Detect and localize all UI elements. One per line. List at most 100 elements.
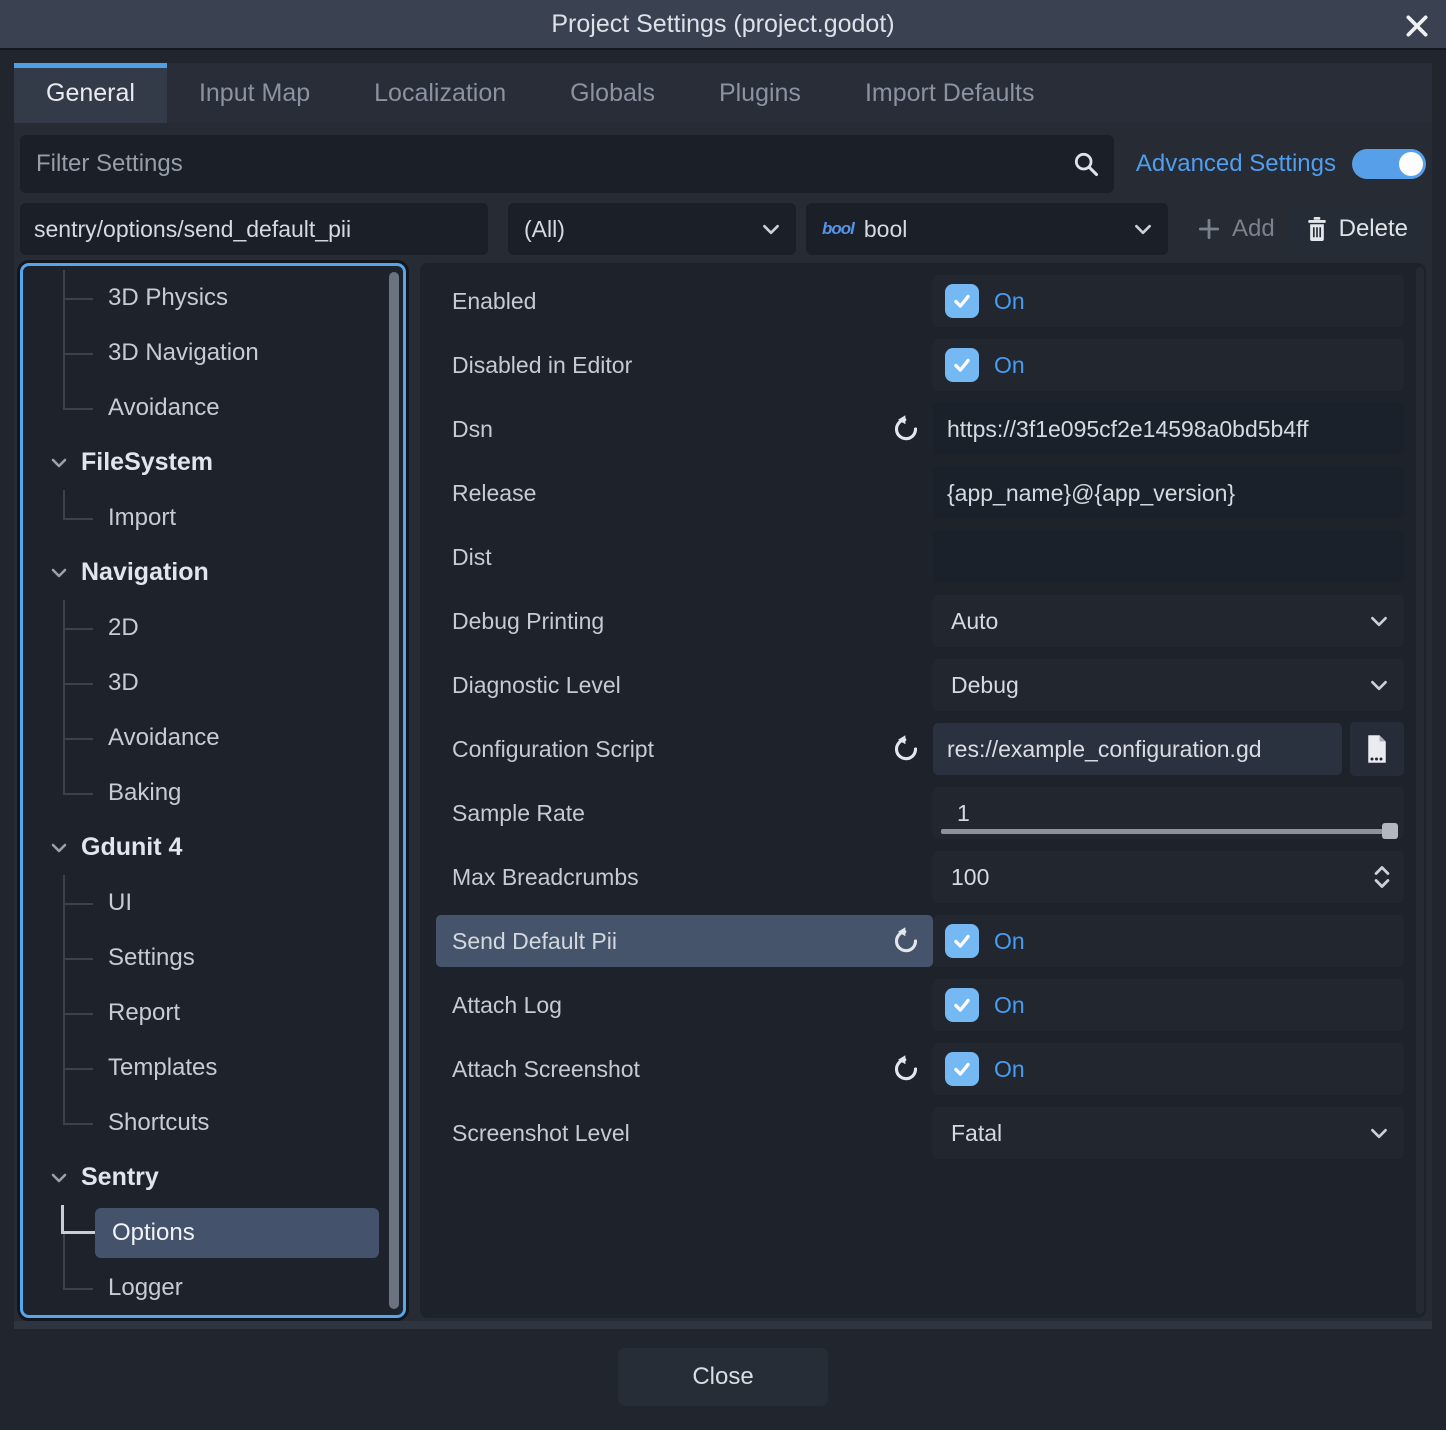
property-label: Enabled — [452, 288, 536, 315]
tab-bar: General Input Map Localization Globals P… — [14, 63, 1432, 123]
inspector-scrollbar-track[interactable] — [1416, 267, 1424, 1314]
chevron-down-icon — [51, 568, 67, 578]
dist-text-field[interactable] — [933, 531, 1404, 583]
toggle-knob — [1399, 152, 1423, 176]
checkbox-checked-icon[interactable] — [945, 1052, 979, 1086]
advanced-settings-toggle[interactable] — [1352, 149, 1426, 179]
tree-item-settings[interactable]: Settings — [23, 930, 403, 985]
slider-grabber[interactable] — [1382, 823, 1398, 839]
property-path-input[interactable] — [20, 203, 488, 255]
diagnostic-level-dropdown[interactable]: Debug — [933, 659, 1404, 711]
window-title: Project Settings (project.godot) — [551, 10, 894, 39]
row-sample-rate: Sample Rate 1 — [436, 781, 1426, 845]
debug-printing-dropdown[interactable]: Auto — [933, 595, 1404, 647]
tree-section-gdunit4[interactable]: Gdunit 4 — [23, 820, 403, 875]
checkbox-state-label: On — [994, 1056, 1025, 1083]
filter-settings-input[interactable] — [20, 135, 1114, 193]
category-dropdown[interactable]: (All) — [508, 203, 796, 255]
row-attach-log: Attach Log On — [436, 973, 1426, 1037]
sample-rate-field[interactable]: 1 — [933, 787, 1404, 839]
tree-item-shortcuts[interactable]: Shortcuts — [23, 1095, 403, 1150]
tree-connector-line — [63, 1233, 65, 1261]
revert-icon[interactable] — [889, 924, 923, 958]
row-configuration-script: Configuration Script res://example_confi… — [436, 717, 1426, 781]
property-label: Debug Printing — [452, 608, 604, 635]
tree-item-report[interactable]: Report — [23, 985, 403, 1040]
checkbox-checked-icon[interactable] — [945, 348, 979, 382]
dialog-footer: Close — [0, 1329, 1446, 1430]
property-label: Diagnostic Level — [452, 672, 621, 699]
tab-input-map[interactable]: Input Map — [167, 63, 342, 123]
chevron-down-icon — [1134, 224, 1152, 235]
highlighted-property-label-wrap[interactable]: Send Default Pii — [436, 915, 933, 967]
spinner-updown-icon[interactable] — [1372, 864, 1392, 890]
checkbox-checked-icon[interactable] — [945, 284, 979, 318]
row-debug-printing: Debug Printing Auto — [436, 589, 1426, 653]
property-inspector: Enabled On Disabled in Editor On — [420, 263, 1426, 1318]
property-label: Sample Rate — [452, 800, 585, 827]
tree-item-templates[interactable]: Templates — [23, 1040, 403, 1095]
slider-track[interactable] — [941, 829, 1396, 834]
property-label: Send Default Pii — [452, 928, 617, 955]
max-breadcrumbs-spinner[interactable]: 100 — [933, 851, 1404, 903]
script-file-icon — [1364, 734, 1390, 764]
checkbox-field[interactable]: On — [933, 339, 1404, 391]
release-text-field[interactable]: {app_name}@{app_version} — [933, 467, 1404, 519]
chevron-down-icon — [51, 843, 67, 853]
checkbox-state-label: On — [994, 352, 1025, 379]
tab-general[interactable]: General — [14, 63, 167, 123]
tree-section-filesystem[interactable]: FileSystem — [23, 435, 403, 490]
tree-scrollbar-thumb[interactable] — [389, 272, 399, 1309]
checkbox-field[interactable]: On — [933, 979, 1404, 1031]
dsn-text-field[interactable]: https://3f1e095cf2e14598a0bd5b4ff — [933, 403, 1404, 455]
checkbox-field[interactable]: On — [933, 1043, 1404, 1095]
window-close-button[interactable] — [1402, 11, 1432, 41]
tab-localization[interactable]: Localization — [342, 63, 538, 123]
main-split: 3D Physics 3D Navigation Avoidance FileS… — [20, 263, 1426, 1318]
project-settings-dialog: Project Settings (project.godot) General… — [0, 0, 1446, 1430]
tree-section-sentry[interactable]: Sentry — [23, 1150, 403, 1205]
type-dropdown[interactable]: bool bool — [806, 203, 1168, 255]
checkbox-field[interactable]: On — [933, 275, 1404, 327]
tree-section-navigation[interactable]: Navigation — [23, 545, 403, 600]
script-resource-button[interactable] — [1350, 722, 1404, 776]
checkbox-checked-icon[interactable] — [945, 988, 979, 1022]
property-label: Release — [452, 480, 536, 507]
checkbox-checked-icon[interactable] — [945, 924, 979, 958]
settings-content: Advanced Settings (All) bool bool — [14, 123, 1432, 1329]
property-label: Disabled in Editor — [452, 352, 632, 379]
tree-item-avoidance-2[interactable]: Avoidance — [23, 710, 403, 765]
tab-plugins[interactable]: Plugins — [687, 63, 833, 123]
tree-item-3d[interactable]: 3D — [23, 655, 403, 710]
tree-item-3d-navigation[interactable]: 3D Navigation — [23, 325, 403, 380]
row-attach-screenshot: Attach Screenshot On — [436, 1037, 1426, 1101]
tree-item-avoidance[interactable]: Avoidance — [23, 380, 403, 435]
revert-icon[interactable] — [889, 1052, 923, 1086]
tree-item-3d-physics[interactable]: 3D Physics — [23, 270, 403, 325]
delete-button[interactable]: Delete — [1287, 203, 1426, 255]
tree-item-logger[interactable]: Logger — [23, 1260, 403, 1315]
tree-item-import[interactable]: Import — [23, 490, 403, 545]
revert-icon[interactable] — [889, 732, 923, 766]
chevron-down-icon — [762, 224, 780, 235]
checkbox-field[interactable]: On — [933, 915, 1404, 967]
add-button[interactable]: Add — [1196, 215, 1275, 243]
tree-item-2d[interactable]: 2D — [23, 600, 403, 655]
row-enabled: Enabled On — [436, 269, 1426, 333]
chevron-down-icon — [1370, 680, 1388, 691]
tab-globals[interactable]: Globals — [538, 63, 687, 123]
revert-icon[interactable] — [889, 412, 923, 446]
checkbox-state-label: On — [994, 288, 1025, 315]
tree-item-ui[interactable]: UI — [23, 875, 403, 930]
property-label: Max Breadcrumbs — [452, 864, 639, 891]
screenshot-level-dropdown[interactable]: Fatal — [933, 1107, 1404, 1159]
row-dsn: Dsn https://3f1e095cf2e14598a0bd5b4ff — [436, 397, 1426, 461]
configuration-script-field[interactable]: res://example_configuration.gd — [933, 723, 1342, 775]
tab-import-defaults[interactable]: Import Defaults — [833, 63, 1067, 123]
row-release: Release {app_name}@{app_version} — [436, 461, 1426, 525]
selected-item-pill: Options — [95, 1208, 379, 1258]
filter-input-wrap — [20, 135, 1114, 193]
tree-item-baking[interactable]: Baking — [23, 765, 403, 820]
close-button[interactable]: Close — [618, 1348, 828, 1406]
tree-item-options-selected[interactable]: Options — [23, 1205, 403, 1260]
